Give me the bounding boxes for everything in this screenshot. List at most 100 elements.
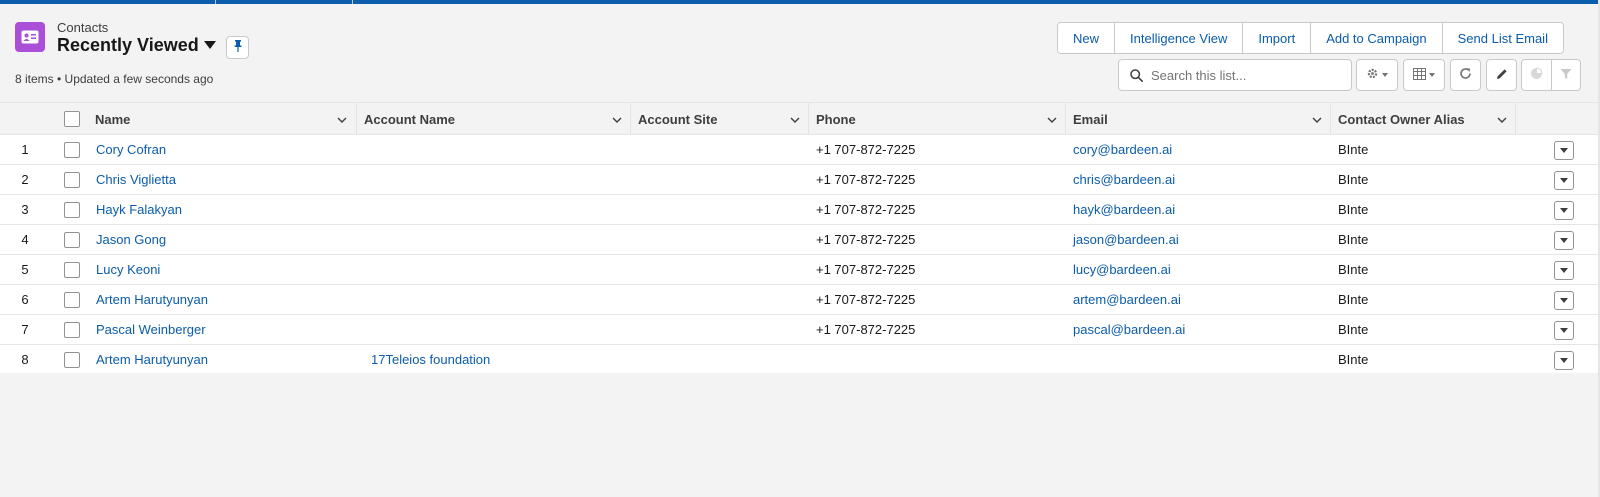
table-row[interactable]: 8 Artem Harutyunyan 17Teleios foundation… xyxy=(0,345,1600,375)
contact-name-link[interactable]: Hayk Falakyan xyxy=(96,195,182,224)
chevron-down-icon xyxy=(1560,178,1568,183)
refresh-button[interactable] xyxy=(1450,59,1481,91)
inline-edit-button[interactable] xyxy=(1486,59,1517,91)
table-row[interactable]: 5 Lucy Keoni +1 707-872-7225 lucy@bardee… xyxy=(0,255,1600,285)
add-to-campaign-button[interactable]: Add to Campaign xyxy=(1310,23,1442,53)
row-action-menu-button[interactable] xyxy=(1554,321,1574,340)
contact-card-icon xyxy=(15,22,45,52)
chevron-down-icon[interactable] xyxy=(788,113,802,127)
owner-alias-cell: BInte xyxy=(1338,232,1369,247)
email-link[interactable]: cory@bardeen.ai xyxy=(1073,135,1172,164)
search-icon xyxy=(1130,68,1143,82)
list-view-header: Contacts Recently Viewed 8 items • Updat… xyxy=(0,4,1600,102)
contact-name-link[interactable]: Chris Viglietta xyxy=(96,165,176,194)
row-number: 6 xyxy=(21,292,29,307)
chevron-down-icon[interactable] xyxy=(1310,113,1324,127)
refresh-icon xyxy=(1459,67,1472,83)
phone-cell: +1 707-872-7225 xyxy=(816,232,916,247)
column-header-email[interactable]: Email xyxy=(1065,103,1329,135)
object-label: Contacts xyxy=(57,20,109,35)
table-row[interactable]: 4 Jason Gong +1 707-872-7225 jason@barde… xyxy=(0,225,1600,255)
table-row[interactable]: 2 Chris Viglietta +1 707-872-7225 chris@… xyxy=(0,165,1600,195)
phone-cell: +1 707-872-7225 xyxy=(816,202,916,217)
display-as-button[interactable] xyxy=(1403,59,1445,91)
chevron-down-icon xyxy=(1560,268,1568,273)
email-link[interactable]: hayk@bardeen.ai xyxy=(1073,195,1175,224)
row-checkbox[interactable] xyxy=(64,202,80,218)
chart-filter-group xyxy=(1521,59,1581,91)
select-all-checkbox[interactable] xyxy=(64,111,80,127)
contact-name-link[interactable]: Artem Harutyunyan xyxy=(96,345,208,374)
row-checkbox[interactable] xyxy=(64,232,80,248)
phone-cell: +1 707-872-7225 xyxy=(816,292,916,307)
email-link[interactable]: jason@bardeen.ai xyxy=(1073,225,1179,254)
email-link[interactable]: chris@bardeen.ai xyxy=(1073,165,1175,194)
row-number: 3 xyxy=(21,202,29,217)
contact-name-link[interactable]: Lucy Keoni xyxy=(96,255,160,284)
row-checkbox[interactable] xyxy=(64,322,80,338)
table-row[interactable]: 1 Cory Cofran +1 707-872-7225 cory@barde… xyxy=(0,135,1600,165)
intelligence-view-button[interactable]: Intelligence View xyxy=(1114,23,1243,53)
email-link[interactable]: lucy@bardeen.ai xyxy=(1073,255,1171,284)
list-meta-text: 8 items • Updated a few seconds ago xyxy=(15,72,214,86)
row-action-menu-button[interactable] xyxy=(1554,291,1574,310)
row-action-menu-button[interactable] xyxy=(1554,171,1574,190)
row-action-menu-button[interactable] xyxy=(1554,141,1574,160)
row-checkbox[interactable] xyxy=(64,142,80,158)
column-header-phone[interactable]: Phone xyxy=(808,103,1064,135)
owner-alias-cell: BInte xyxy=(1338,352,1369,367)
import-button[interactable]: Import xyxy=(1242,23,1311,53)
row-number: 8 xyxy=(21,352,29,367)
gear-icon xyxy=(1366,67,1379,83)
chevron-down-icon[interactable] xyxy=(204,41,216,49)
pencil-icon xyxy=(1496,68,1508,83)
account-name-link[interactable]: 17Teleios foundation xyxy=(371,345,490,374)
row-number: 7 xyxy=(21,322,29,337)
contact-name-link[interactable]: Pascal Weinberger xyxy=(96,315,206,344)
contact-name-link[interactable]: Jason Gong xyxy=(96,225,166,254)
filter-button[interactable] xyxy=(1550,60,1581,90)
row-checkbox[interactable] xyxy=(64,292,80,308)
chevron-down-icon[interactable] xyxy=(1045,113,1059,127)
chevron-down-icon[interactable] xyxy=(610,113,624,127)
chevron-down-icon[interactable] xyxy=(1495,113,1509,127)
email-link[interactable]: artem@bardeen.ai xyxy=(1073,285,1181,314)
row-action-menu-button[interactable] xyxy=(1554,231,1574,250)
chevron-down-icon xyxy=(1560,208,1568,213)
table-display-icon xyxy=(1413,67,1426,83)
chevron-down-icon[interactable] xyxy=(335,113,349,127)
row-action-menu-button[interactable] xyxy=(1554,351,1574,370)
email-link[interactable]: pascal@bardeen.ai xyxy=(1073,315,1185,344)
contact-name-link[interactable]: Artem Harutyunyan xyxy=(96,285,208,314)
send-list-email-button[interactable]: Send List Email xyxy=(1441,23,1563,53)
new-button[interactable]: New xyxy=(1058,23,1115,53)
list-settings-button[interactable] xyxy=(1356,59,1398,91)
row-checkbox[interactable] xyxy=(64,352,80,368)
table-row[interactable]: 7 Pascal Weinberger +1 707-872-7225 pasc… xyxy=(0,315,1600,345)
row-checkbox[interactable] xyxy=(64,172,80,188)
list-view-title[interactable]: Recently Viewed xyxy=(57,35,199,56)
table-row[interactable]: 3 Hayk Falakyan +1 707-872-7225 hayk@bar… xyxy=(0,195,1600,225)
owner-alias-cell: BInte xyxy=(1338,292,1369,307)
search-input[interactable] xyxy=(1151,67,1331,83)
chevron-down-icon xyxy=(1560,328,1568,333)
pie-chart-icon xyxy=(1530,67,1543,83)
table-header-row: Name Account Name Account Site Phone Ema… xyxy=(0,102,1600,135)
row-checkbox[interactable] xyxy=(64,262,80,278)
owner-alias-cell: BInte xyxy=(1338,202,1369,217)
owner-alias-cell: BInte xyxy=(1338,142,1369,157)
contact-name-link[interactable]: Cory Cofran xyxy=(96,135,166,164)
chart-button[interactable] xyxy=(1522,60,1551,90)
column-header-account-site[interactable]: Account Site xyxy=(630,103,808,135)
row-number: 4 xyxy=(21,232,29,247)
column-header-name[interactable]: Name xyxy=(87,103,355,135)
table-row[interactable]: 6 Artem Harutyunyan +1 707-872-7225 arte… xyxy=(0,285,1600,315)
column-header-contact-owner-alias[interactable]: Contact Owner Alias xyxy=(1330,103,1515,135)
column-header-account-name[interactable]: Account Name xyxy=(356,103,629,135)
pin-button[interactable] xyxy=(226,36,249,59)
chevron-down-icon xyxy=(1560,148,1568,153)
phone-cell: +1 707-872-7225 xyxy=(816,172,916,187)
chevron-down-icon xyxy=(1560,238,1568,243)
row-action-menu-button[interactable] xyxy=(1554,261,1574,280)
row-action-menu-button[interactable] xyxy=(1554,201,1574,220)
